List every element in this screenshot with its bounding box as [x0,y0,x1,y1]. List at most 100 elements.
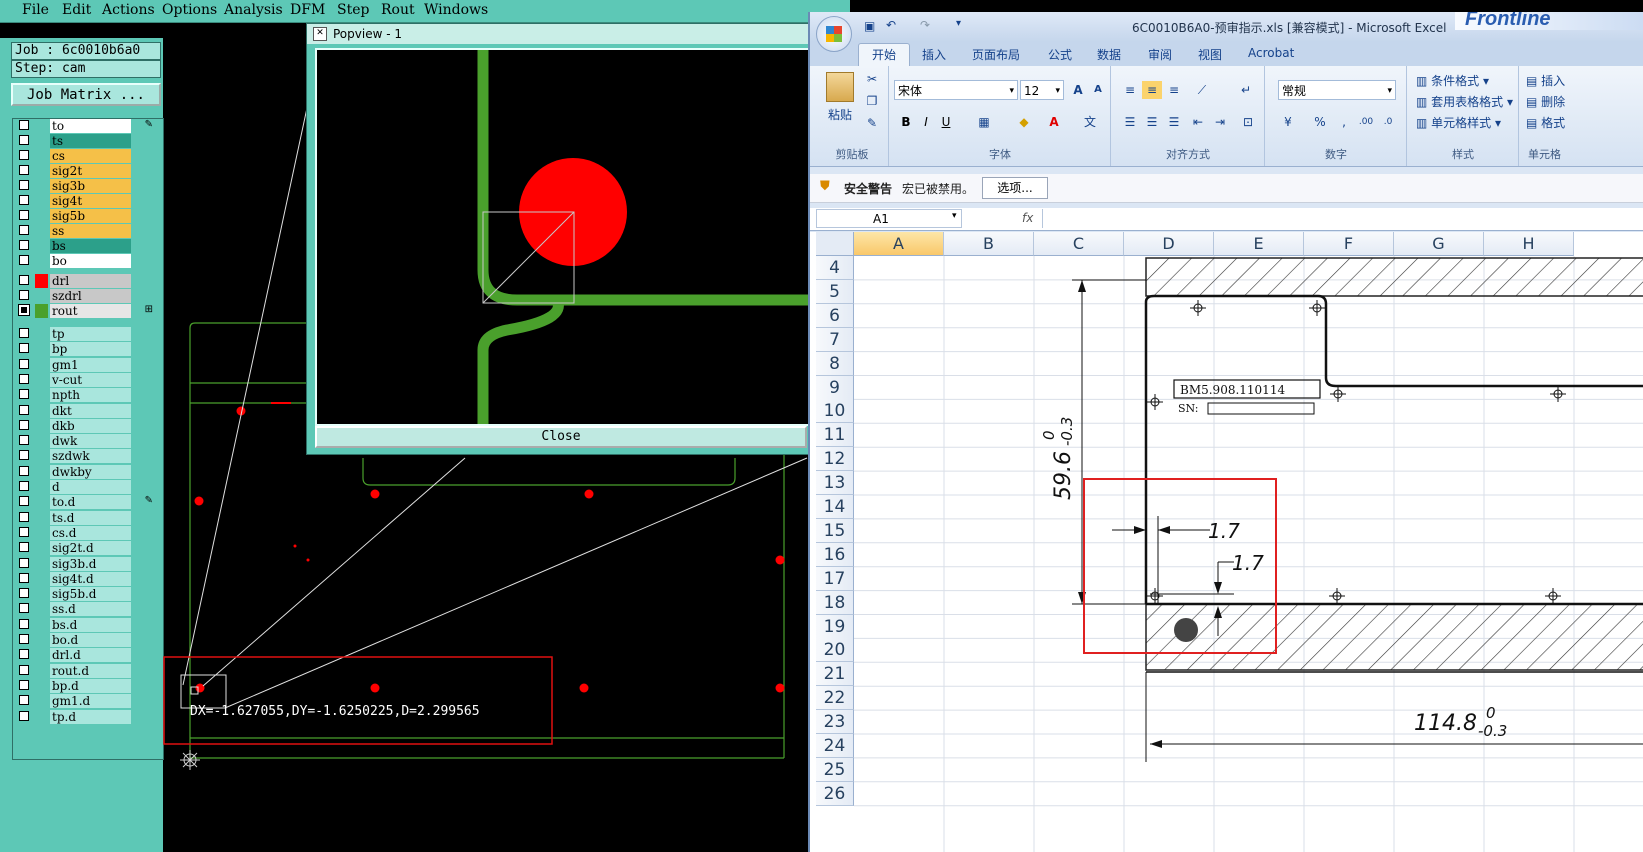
percent-icon[interactable]: % [1310,113,1330,131]
layer-row[interactable]: bp.d [17,678,157,693]
layer-checkbox[interactable] [19,358,29,369]
layer-name[interactable]: sig3b.d [50,556,131,571]
layer-row[interactable]: szdwk [17,449,157,464]
popview-canvas[interactable] [315,48,811,426]
cut-icon[interactable]: ✂ [862,70,882,88]
layer-checkbox[interactable] [19,450,29,461]
layer-name[interactable]: ss.d [50,602,131,617]
menu-dfm[interactable]: DFM [290,2,325,18]
chevron-down-icon[interactable]: ▾ [952,211,957,221]
layer-name[interactable]: rout.d [50,663,131,678]
layer-checkbox[interactable] [19,603,29,614]
layer-row[interactable]: v-cut [17,372,157,387]
layer-name[interactable]: bs.d [50,617,131,632]
layer-checkbox[interactable] [19,135,29,145]
layer-checkbox[interactable] [19,240,29,250]
layer-name[interactable]: bo.d [50,633,131,647]
layer-checkbox[interactable] [19,618,29,629]
options-button[interactable]: 选项... [982,177,1048,199]
job-matrix-button[interactable]: Job Matrix ... [11,83,161,106]
menu-analysis[interactable]: Analysis [224,2,283,18]
decrease-decimal-icon[interactable]: .0 [1378,113,1398,131]
layer-row[interactable]: sig5b.d [17,587,157,602]
layer-name[interactable]: to.d [50,495,131,510]
layer-row[interactable]: dwkby [17,464,157,479]
bold-icon[interactable]: B [896,113,916,131]
align-top-icon[interactable]: ≡ [1120,81,1140,99]
layer-checkbox[interactable] [19,120,29,130]
layer-checkbox[interactable] [19,165,29,175]
border-icon[interactable]: ▦ [974,113,994,131]
layer-name[interactable]: ts.d [50,510,131,525]
font-color-icon[interactable]: A [1044,113,1064,131]
wrap-text-icon[interactable]: ↵ [1236,81,1256,99]
layer-row[interactable]: rout ⊞ [17,304,157,318]
layer-checkbox[interactable] [19,664,29,675]
layer-checkbox[interactable] [19,496,29,507]
layer-row[interactable]: tp [17,327,157,341]
layer-name[interactable]: ts [50,134,131,148]
layer-name[interactable]: ss [50,224,131,238]
conditional-format-button[interactable]: ▥ 条件格式 ▾ [1416,72,1489,89]
layer-row[interactable]: bo.d [17,633,157,647]
format-as-table-button[interactable]: ▥ 套用表格格式 ▾ [1416,93,1513,110]
layer-row[interactable]: cs.d [17,525,157,540]
shrink-font-icon[interactable]: A [1088,81,1108,99]
layer-checkbox[interactable] [19,180,29,190]
popview-titlebar[interactable]: ✕ Popview - 1 [307,24,812,44]
layer-checkbox[interactable] [19,389,29,400]
tab-page-layout[interactable]: 页面布局 [972,46,1020,63]
layer-checkbox[interactable] [19,695,29,706]
layer-row[interactable]: gm1 [17,357,157,372]
layer-name[interactable]: dwkby [50,464,131,479]
layer-name[interactable]: v-cut [50,372,131,387]
layer-name[interactable]: sig2t [50,164,131,178]
layer-checkbox[interactable] [19,435,29,446]
layer-checkbox[interactable] [19,419,29,430]
layer-name[interactable]: sig4t [50,194,131,208]
layer-checkbox[interactable] [19,511,29,522]
menu-options[interactable]: Options [162,2,217,18]
layer-checkbox[interactable] [19,275,29,285]
layer-row[interactable]: dkb [17,418,157,433]
undo-icon[interactable]: ↶ [886,18,896,32]
font-size-dropdown[interactable]: 12 ▾ [1020,80,1064,100]
layer-row[interactable]: dkt [17,403,157,418]
worksheet-grid[interactable]: ABCDEFGH 4 5 6 7 8 9 10 11 12 13 14 15 16 17 18 19 20 21 2… [810,232,1643,852]
layer-name[interactable]: d [50,480,131,494]
excel-titlebar[interactable]: ▣ ↶ ↷ ▾ 6C0010B6A0-预审指示.xls [兼容模式] - Mic… [810,12,1643,52]
number-format-dropdown[interactable]: 常规 ▾ [1278,80,1396,100]
insert-function-icon[interactable]: fx [1022,211,1033,225]
layer-checkbox[interactable] [18,304,30,316]
layer-row[interactable]: ts [17,134,157,148]
layer-checkbox[interactable] [19,588,29,599]
layer-row[interactable]: sig5b [17,209,157,223]
layer-name[interactable]: npth [50,388,131,403]
name-box[interactable]: A1 [816,209,962,228]
layer-row[interactable]: tp.d [17,709,157,724]
layer-name[interactable]: bs [50,239,131,253]
layer-name[interactable]: cs.d [50,525,131,540]
layer-checkbox[interactable] [19,481,29,491]
format-cells-button[interactable]: ▤ 格式 [1526,114,1565,131]
customize-qat-icon[interactable]: ▾ [956,18,961,29]
layer-checkbox[interactable] [19,404,29,415]
layer-row[interactable]: ss [17,224,157,238]
menu-windows[interactable]: Windows [424,2,488,18]
currency-icon[interactable]: ¥ [1278,113,1298,131]
layer-checkbox[interactable] [19,290,29,300]
fill-color-icon[interactable]: ◆ [1014,113,1034,131]
layer-row[interactable]: sig3b.d [17,556,157,571]
menu-actions[interactable]: Actions [102,2,155,18]
align-left-icon[interactable]: ☰ [1120,113,1140,131]
layer-row[interactable]: sig4t.d [17,571,157,586]
layer-name[interactable]: dwk [50,434,131,449]
save-icon[interactable]: ▣ [864,19,875,33]
orientation-icon[interactable]: ⟋ [1192,81,1212,99]
layer-name[interactable]: drl.d [50,648,131,663]
menu-file[interactable]: File [22,2,49,18]
layer-checkbox[interactable] [19,526,29,537]
tab-home[interactable]: 开始 [872,46,896,63]
insert-cells-button[interactable]: ▤ 插入 [1526,72,1565,89]
increase-indent-icon[interactable]: ⇥ [1210,113,1230,131]
